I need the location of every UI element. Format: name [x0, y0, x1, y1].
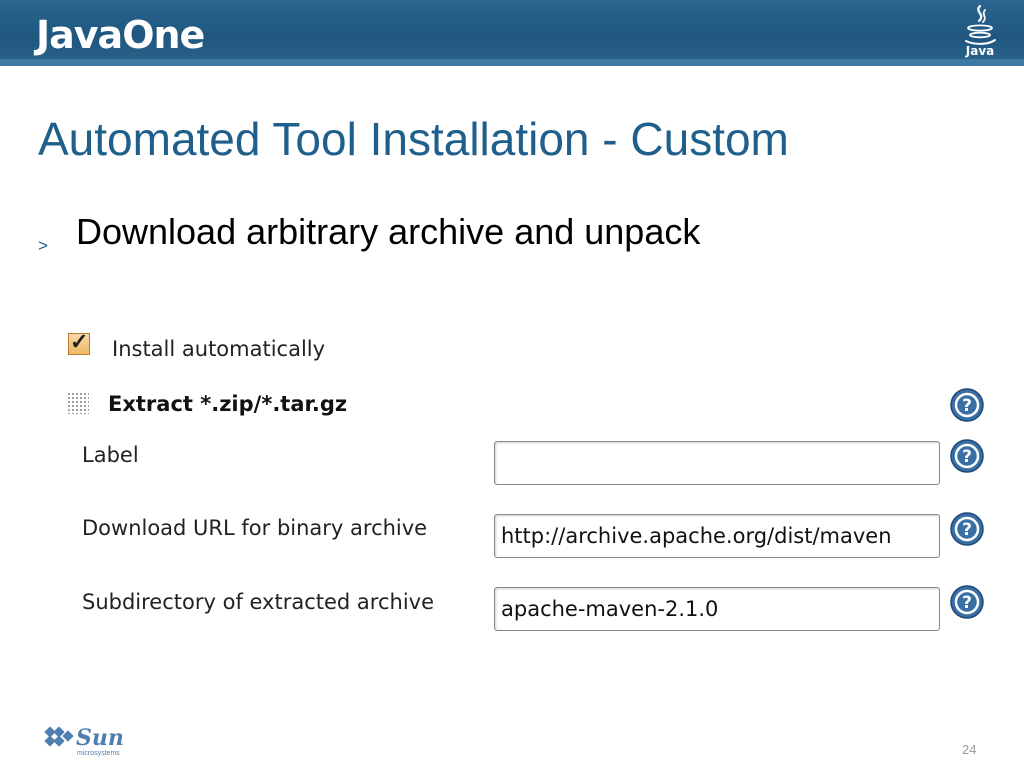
header-accent-stripe	[0, 59, 1024, 66]
slide-title: Automated Tool Installation - Custom	[38, 113, 789, 165]
install-automatically-label: Install automatically	[112, 337, 326, 361]
bullet-marker: >	[38, 236, 48, 255]
page-number: 24	[962, 742, 977, 757]
subdirectory-label: Subdirectory of extracted archive	[82, 590, 435, 614]
drag-handle-icon[interactable]	[67, 392, 89, 414]
svg-text:?: ?	[962, 396, 972, 416]
svg-text:?: ?	[962, 520, 972, 540]
help-icon[interactable]: ?	[949, 584, 985, 620]
download-url-input[interactable]: http://archive.apache.org/dist/maven	[494, 514, 940, 558]
javaone-logo: JavaOne	[36, 13, 205, 57]
label-input[interactable]	[494, 441, 940, 485]
subdirectory-input[interactable]: apache-maven-2.1.0	[494, 587, 940, 631]
sun-logo-icon: Sun microsystems	[44, 725, 124, 757]
java-logo-icon: Java	[958, 4, 1002, 62]
install-automatically-checkbox[interactable]: ✓	[68, 329, 90, 355]
help-icon[interactable]: ?	[949, 387, 985, 423]
svg-text:?: ?	[962, 593, 972, 613]
installer-title: Extract *.zip/*.tar.gz	[108, 392, 348, 416]
checkbox-checked-icon: ✓	[70, 329, 89, 354]
label-field-label: Label	[82, 443, 139, 467]
download-url-label: Download URL for binary archive	[82, 516, 428, 540]
bullet-text: Download arbitrary archive and unpack	[76, 211, 701, 252]
svg-text:Sun: Sun	[76, 725, 124, 751]
svg-text:microsystems: microsystems	[77, 750, 120, 757]
header-bar: JavaOne Java	[0, 0, 1024, 66]
help-icon[interactable]: ?	[949, 511, 985, 547]
svg-text:?: ?	[962, 447, 972, 467]
help-icon[interactable]: ?	[949, 438, 985, 474]
